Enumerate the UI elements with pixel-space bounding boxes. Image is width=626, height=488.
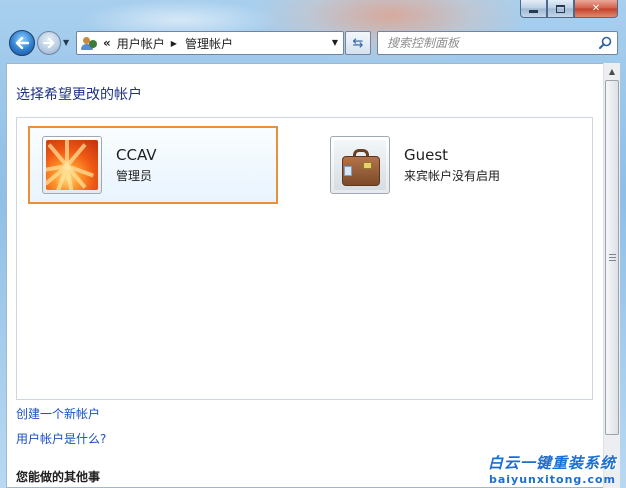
recent-pages-dropdown[interactable]: ▼ bbox=[63, 38, 69, 47]
page-title: 选择希望更改的帐户 bbox=[16, 87, 142, 103]
account-ccav[interactable]: CCAV 管理员 bbox=[28, 126, 278, 204]
forward-arrow-icon bbox=[43, 38, 55, 48]
minimize-icon bbox=[529, 9, 538, 13]
other-tasks-heading: 您能做的其他事 bbox=[16, 470, 101, 484]
breadcrumb-user-accounts[interactable]: 用户帐户 bbox=[117, 35, 165, 52]
avatar bbox=[42, 136, 102, 194]
watermark-text: 白云一键重装系统 bbox=[487, 454, 616, 472]
address-dropdown-icon[interactable]: ▼ bbox=[332, 38, 338, 47]
what-is-user-account-link[interactable]: 用户帐户是什么? bbox=[16, 430, 106, 447]
refresh-icon: ⇆ bbox=[352, 35, 364, 51]
vertical-scrollbar[interactable]: ▲ bbox=[603, 63, 620, 488]
watermark: 白云一键重装系统 baiyunxitong.com bbox=[488, 452, 616, 486]
account-role: 来宾帐户没有启用 bbox=[404, 169, 501, 183]
refresh-button[interactable]: ⇆ bbox=[345, 31, 371, 55]
forward-button[interactable] bbox=[37, 31, 61, 55]
search-box bbox=[377, 31, 618, 55]
minimize-button[interactable] bbox=[520, 0, 547, 18]
control-panel-window: ✕ ▼ « 用户帐户 ▶ 管理帐户 ▼ ⇆ 选择希望更改的帐户 bbox=[0, 0, 626, 488]
account-guest[interactable]: Guest 来宾帐户没有启用 bbox=[330, 136, 500, 194]
account-name: CCAV bbox=[116, 146, 157, 164]
avatar bbox=[330, 136, 390, 194]
caption-buttons: ✕ bbox=[520, 0, 618, 18]
scrollbar-thumb[interactable] bbox=[605, 80, 619, 435]
search-icon[interactable] bbox=[599, 36, 612, 49]
watermark-url: baiyunxitong.com bbox=[488, 473, 616, 486]
grip-icon bbox=[608, 254, 616, 261]
account-text: Guest 来宾帐户没有启用 bbox=[404, 146, 500, 184]
scroll-up-arrow-icon[interactable]: ▲ bbox=[604, 63, 620, 80]
breadcrumb-manage-accounts[interactable]: 管理帐户 bbox=[185, 35, 233, 52]
account-name: Guest bbox=[404, 146, 449, 164]
maximize-button[interactable] bbox=[547, 0, 574, 18]
account-text: CCAV 管理员 bbox=[116, 146, 157, 184]
account-list: CCAV 管理员 Guest 来宾帐户没有启用 bbox=[16, 117, 593, 400]
search-input[interactable] bbox=[387, 36, 587, 50]
suitcase-picture bbox=[334, 140, 386, 190]
user-accounts-icon bbox=[81, 35, 99, 51]
content-pane: 选择希望更改的帐户 CCAV 管理员 Guest 来宾帐户没有启用 创建一个新帐… bbox=[6, 63, 620, 488]
close-button[interactable]: ✕ bbox=[574, 0, 618, 18]
back-arrow-icon bbox=[15, 37, 29, 49]
address-overflow-chevron[interactable]: « bbox=[103, 36, 111, 50]
address-bar[interactable]: « 用户帐户 ▶ 管理帐户 ▼ bbox=[76, 31, 344, 55]
close-icon: ✕ bbox=[591, 3, 601, 14]
orange-flower-picture bbox=[46, 140, 98, 190]
account-role: 管理员 bbox=[116, 169, 153, 183]
create-account-link[interactable]: 创建一个新帐户 bbox=[16, 405, 100, 422]
back-button[interactable] bbox=[9, 30, 35, 56]
maximize-icon bbox=[556, 4, 565, 13]
breadcrumb-separator-icon[interactable]: ▶ bbox=[171, 39, 177, 48]
